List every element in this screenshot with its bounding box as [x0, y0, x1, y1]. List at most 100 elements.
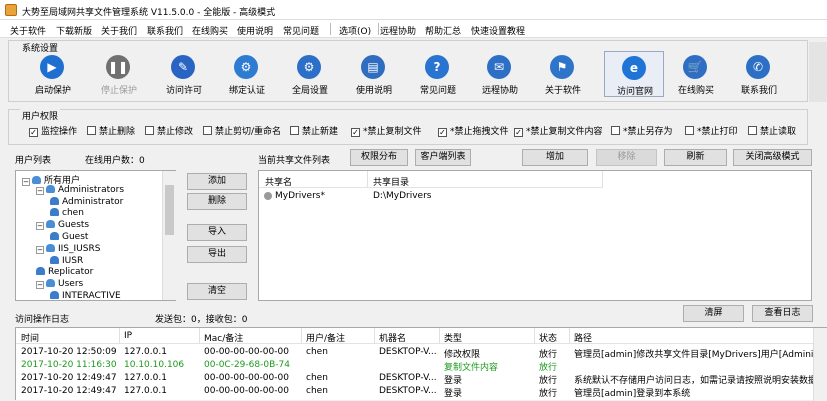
refresh-button[interactable]: 刷新 — [664, 149, 727, 166]
toolbar-button-cart[interactable]: 🛒 在线购买 — [666, 51, 726, 97]
toolbar-button-pause[interactable]: ❚❚ 停止保护 — [89, 51, 149, 97]
tree-node[interactable]: − Guests — [36, 220, 89, 231]
tree-node[interactable]: Guest — [50, 232, 88, 242]
menu-item-quick-setup[interactable]: 快速设置教程 — [471, 24, 525, 37]
permission-checkbox[interactable]: 禁止新建 — [290, 124, 338, 137]
toolbar-button-remote-assist[interactable]: ✉ 远程协助 — [470, 51, 530, 97]
menu-item-download[interactable]: 下载新版 — [56, 24, 92, 37]
log-column-header-type[interactable]: 类型 — [444, 331, 462, 344]
toolbar-button-settings[interactable]: ⚙ 全局设置 — [280, 51, 340, 97]
permission-label: *禁止拖拽文件 — [450, 127, 509, 137]
add-user-button[interactable]: 添加 — [187, 173, 247, 190]
tree-node[interactable]: − Administrators — [36, 184, 124, 195]
log-column-header-time[interactable]: 时间 — [21, 331, 39, 344]
view-log-button[interactable]: 查看日志 — [752, 305, 813, 322]
tree-node[interactable]: − IIS_IUSRS — [36, 243, 100, 254]
permission-checkbox[interactable]: *禁止另存为 — [611, 124, 673, 137]
log-scrollbar[interactable] — [813, 328, 827, 401]
log-row[interactable]: 2017-10-20 12:49:47 127.0.0.1 00-00-00-00-… — [16, 385, 813, 399]
menu-item-about-software[interactable]: 关于软件 — [10, 24, 46, 37]
permission-checkbox[interactable]: 禁止读取 — [748, 124, 796, 137]
table-row[interactable]: MyDrivers* D:\MyDrivers — [259, 189, 602, 204]
cart-icon: 🛒 — [683, 55, 707, 79]
menu-item-contact[interactable]: 联系我们 — [147, 24, 183, 37]
tree-node[interactable]: Administrator — [50, 196, 123, 207]
log-row[interactable]: 2017-10-20 12:49:47 127.0.0.1 00-00-00-00-… — [16, 372, 814, 386]
log-column-header-path[interactable]: 路径 — [574, 331, 592, 344]
expand-toggle-icon[interactable]: − — [36, 245, 44, 254]
scrollbar-thumb[interactable] — [165, 185, 174, 235]
checkbox-box[interactable] — [290, 126, 299, 135]
tree-node[interactable]: IUSR — [50, 255, 83, 266]
permission-checkbox[interactable]: 禁止剪切/重命名 — [203, 124, 281, 137]
checkbox-box[interactable]: ✓ — [438, 128, 447, 137]
delete-user-button[interactable]: 删除 — [187, 193, 247, 210]
gear-icon: ⚙ — [234, 55, 258, 79]
log-row[interactable]: 2017-10-20 11:16:30 10.10.10.106 00-0C-29-… — [16, 359, 813, 373]
menu-item-faq[interactable]: 常见问题 — [283, 24, 319, 37]
close-advanced-mode-button[interactable]: 关闭高级模式 — [733, 149, 812, 166]
checkbox-box[interactable] — [685, 126, 694, 135]
log-column-header-status[interactable]: 状态 — [539, 331, 557, 344]
permission-checkbox[interactable]: 禁止删除 — [87, 124, 135, 137]
toolbar-button-key[interactable]: ✎ 访问许可 — [154, 51, 214, 97]
checkbox-box[interactable]: ✓ — [514, 128, 523, 137]
remove-share-button[interactable]: 移除 — [596, 149, 657, 166]
clear-users-button[interactable]: 清空 — [187, 283, 247, 300]
toolbar-button-gear[interactable]: ⚙ 绑定认证 — [217, 51, 277, 97]
log-column-header-user[interactable]: 用户/备注 — [306, 331, 345, 344]
toolbar-button-contact[interactable]: ✆ 联系我们 — [729, 51, 789, 97]
log-column-header-machine[interactable]: 机器名 — [379, 331, 406, 344]
user-tree[interactable]: − 所有用户 − Administrators Administrator chen − Gu… — [15, 170, 176, 301]
menu-item-help[interactable]: 帮助汇总 — [425, 24, 461, 37]
permission-checkbox[interactable]: ✓ 监控操作 — [29, 124, 77, 137]
column-header-share-dir[interactable]: 共享目录 — [373, 175, 409, 188]
toolbar-button-ie-browser[interactable]: e 访问官网 — [604, 51, 664, 97]
permission-checkbox[interactable]: ✓ *禁止拖拽文件 — [438, 124, 509, 137]
checkbox-box[interactable] — [611, 126, 620, 135]
toolbar-button-about[interactable]: ⚑ 关于软件 — [533, 51, 593, 97]
log-column-header-mac[interactable]: Mac/备注 — [204, 331, 243, 344]
checkbox-box[interactable] — [87, 126, 96, 135]
permission-distribution-button[interactable]: 权限分布 — [350, 149, 408, 166]
tree-node[interactable]: INTERACTIVE — [50, 291, 121, 301]
toolbar-button-question[interactable]: ? 常见问题 — [408, 51, 468, 97]
checkbox-box[interactable]: ✓ — [351, 128, 360, 137]
menu-item-buy[interactable]: 在线购买 — [192, 24, 228, 37]
checkbox-box[interactable]: ✓ — [29, 128, 38, 137]
tree-node[interactable]: − Users — [36, 279, 83, 290]
expand-toggle-icon[interactable]: − — [36, 281, 44, 290]
add-share-button[interactable]: 增加 — [522, 149, 588, 166]
user-icon — [50, 208, 59, 217]
checkbox-box[interactable] — [145, 126, 154, 135]
expand-toggle-icon[interactable]: − — [36, 186, 44, 195]
permission-checkbox[interactable]: 禁止修改 — [145, 124, 193, 137]
column-header-share-name[interactable]: 共享名 — [265, 175, 292, 188]
tree-node[interactable]: Replicator — [36, 267, 93, 277]
export-button[interactable]: 导出 — [187, 246, 247, 263]
user-tree-scrollbar[interactable] — [162, 171, 176, 300]
import-button[interactable]: 导入 — [187, 224, 247, 241]
user-icon — [50, 196, 59, 205]
clear-screen-button[interactable]: 清屏 — [683, 305, 744, 322]
menu-item-remote[interactable]: 远程协助 — [380, 24, 416, 37]
client-list-button[interactable]: 客户端列表 — [415, 149, 471, 166]
permission-checkbox[interactable]: *禁止打印 — [685, 124, 738, 137]
permission-checkbox[interactable]: ✓ *禁止复制文件 — [351, 124, 422, 137]
menu-separator — [330, 23, 331, 35]
log-cell-mac: 00-00-00-00-00-00 — [204, 373, 289, 383]
menu-item-options[interactable]: 选项(O) — [339, 24, 371, 37]
expand-toggle-icon[interactable]: − — [22, 178, 30, 186]
checkbox-box[interactable] — [748, 126, 757, 135]
toolbar-button-label: 绑定认证 — [228, 86, 265, 96]
menu-item-about-us[interactable]: 关于我们 — [101, 24, 137, 37]
menu-item-manual[interactable]: 使用说明 — [237, 24, 273, 37]
toolbar-button-book[interactable]: ▤ 使用说明 — [344, 51, 404, 97]
expand-toggle-icon[interactable]: − — [36, 222, 44, 231]
toolbar-button-play[interactable]: ▶ 启动保护 — [23, 51, 83, 97]
checkbox-box[interactable] — [203, 126, 212, 135]
tree-node[interactable]: chen — [50, 208, 84, 218]
log-row[interactable]: 2017-10-20 12:50:09 127.0.0.1 00-00-00-00-… — [16, 346, 814, 360]
permission-checkbox[interactable]: ✓ *禁止复制文件内容 — [514, 124, 603, 137]
log-column-header-ip[interactable]: IP — [124, 331, 132, 341]
